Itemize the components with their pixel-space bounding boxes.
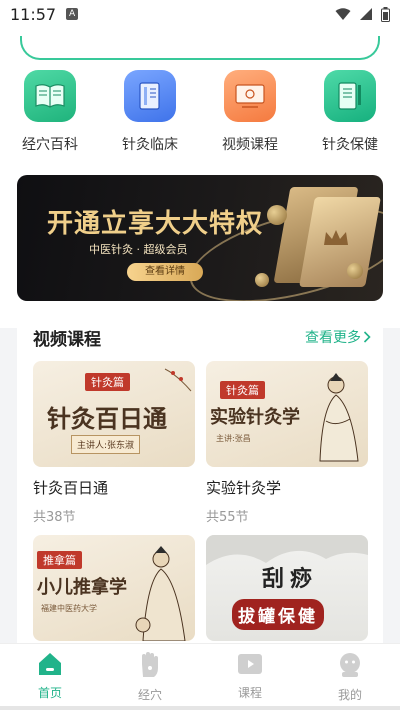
coin-decoration [255, 273, 269, 287]
course-cover-title: 针灸百日通 [47, 405, 167, 433]
notebook-icon [324, 70, 376, 122]
section-header: 视频课程 查看更多 [33, 325, 371, 350]
course-thumbnail: 刮痧 拔罐保健 [206, 535, 368, 641]
course-name: 实验针灸学 [206, 479, 282, 497]
section-title: 视频课程 [33, 329, 101, 350]
document-icon [124, 70, 176, 122]
wifi-icon [335, 7, 351, 20]
course-card[interactable]: 推拿篇 小儿推拿学 福建中医药大学 [33, 535, 195, 641]
quick-nav-label: 针灸临床 [122, 137, 178, 153]
course-lesson-count: 共55节 [206, 510, 249, 525]
notification-badge-icon: A [66, 8, 79, 20]
scholar-figure-illustration [135, 546, 186, 641]
course-cover-lecturer: 主讲:张昌 [216, 434, 251, 443]
course-thumbnail: 推拿篇 小儿推拿学 福建中医药大学 [33, 535, 195, 641]
status-bar: 11:57 A [0, 0, 400, 28]
book-icon [24, 70, 76, 122]
video-icon [224, 70, 276, 122]
banner-subtitle: 中医针灸 · 超级会员 [89, 243, 188, 256]
quick-nav-video-courses[interactable]: 视频课程 [200, 70, 300, 154]
course-category-tag: 推拿篇 [37, 551, 82, 569]
quick-nav-label: 针灸保健 [322, 137, 378, 153]
quick-nav-acupuncture-clinical[interactable]: 针灸临床 [100, 70, 200, 154]
quick-nav-label: 视频课程 [222, 137, 278, 153]
banner-details-button[interactable]: 查看详情 [127, 263, 203, 281]
course-category-tag: 针灸篇 [220, 381, 265, 399]
battery-icon [381, 6, 390, 22]
chevron-right-icon [363, 331, 371, 343]
course-thumbnail: 针灸篇 针灸百日通 主讲人:张东淑 [33, 361, 195, 467]
profile-icon [340, 653, 360, 677]
course-category-tag: 针灸篇 [85, 373, 130, 391]
course-cover-subtitle: 拔罐保健 [232, 599, 324, 630]
quick-nav: 经穴百科 针灸临床 视频课程 针灸保健 [0, 70, 400, 154]
tab-label: 首页 [37, 686, 62, 700]
ink-branch-decoration [164, 368, 192, 392]
search-bar[interactable] [20, 36, 380, 60]
quick-nav-label: 经穴百科 [22, 137, 78, 153]
course-card[interactable]: 针灸篇 实验针灸学 主讲:张昌 实验针灸学 共55节 [206, 361, 368, 525]
view-more-link[interactable]: 查看更多 [305, 327, 371, 347]
course-thumbnail: 针灸篇 实验针灸学 主讲:张昌 [206, 361, 368, 467]
tab-profile[interactable]: 我的 [300, 644, 400, 710]
coin-decoration [347, 263, 363, 279]
course-card[interactable]: 针灸篇 针灸百日通 主讲人:张东淑 针灸百日通 共38节 [33, 361, 195, 525]
status-time: 11:57 [10, 4, 57, 24]
crown-icon [324, 230, 348, 245]
bottom-tab-bar: 首页 经穴 课程 我的 [0, 643, 400, 710]
tab-label: 我的 [337, 688, 362, 702]
tab-courses[interactable]: 课程 [200, 644, 300, 710]
status-indicators [335, 6, 390, 22]
scholar-figure-illustration [319, 373, 359, 462]
course-cover-title: 小儿推拿学 [37, 577, 127, 598]
vip-promo-banner[interactable]: 开通立享大大特权 中医针灸 · 超级会员 查看详情 [17, 175, 383, 301]
course-cover-publisher: 福建中医药大学 [41, 604, 97, 613]
course-cover-title: 刮痧 [262, 567, 319, 592]
course-lesson-count: 共38节 [33, 510, 76, 525]
course-cover-title: 实验针灸学 [210, 407, 300, 428]
signal-icon [360, 7, 372, 20]
view-more-label: 查看更多 [305, 330, 361, 346]
quick-nav-acupuncture-healthcare[interactable]: 针灸保健 [300, 70, 400, 154]
tab-label: 课程 [237, 686, 262, 700]
course-video-icon [238, 654, 262, 674]
coin-decoration [267, 205, 287, 225]
home-icon [39, 653, 61, 675]
hand-acupoint-icon [142, 652, 158, 677]
tab-home[interactable]: 首页 [0, 644, 100, 710]
tab-acupoints[interactable]: 经穴 [100, 644, 200, 710]
course-card[interactable]: 刮痧 拔罐保健 [206, 535, 368, 641]
quick-nav-acupoint-encyclopedia[interactable]: 经穴百科 [0, 70, 100, 154]
system-navigation-bar [0, 706, 400, 710]
banner-title: 开通立享大大特权 [47, 209, 264, 239]
course-name: 针灸百日通 [33, 479, 109, 497]
tab-label: 经穴 [137, 688, 162, 702]
course-cover-lecturer: 主讲人:张东淑 [71, 435, 141, 454]
video-course-section: 视频课程 查看更多 针灸篇 针灸百日通 主讲人:张东淑 针灸百日通 共38节 针… [17, 313, 383, 643]
